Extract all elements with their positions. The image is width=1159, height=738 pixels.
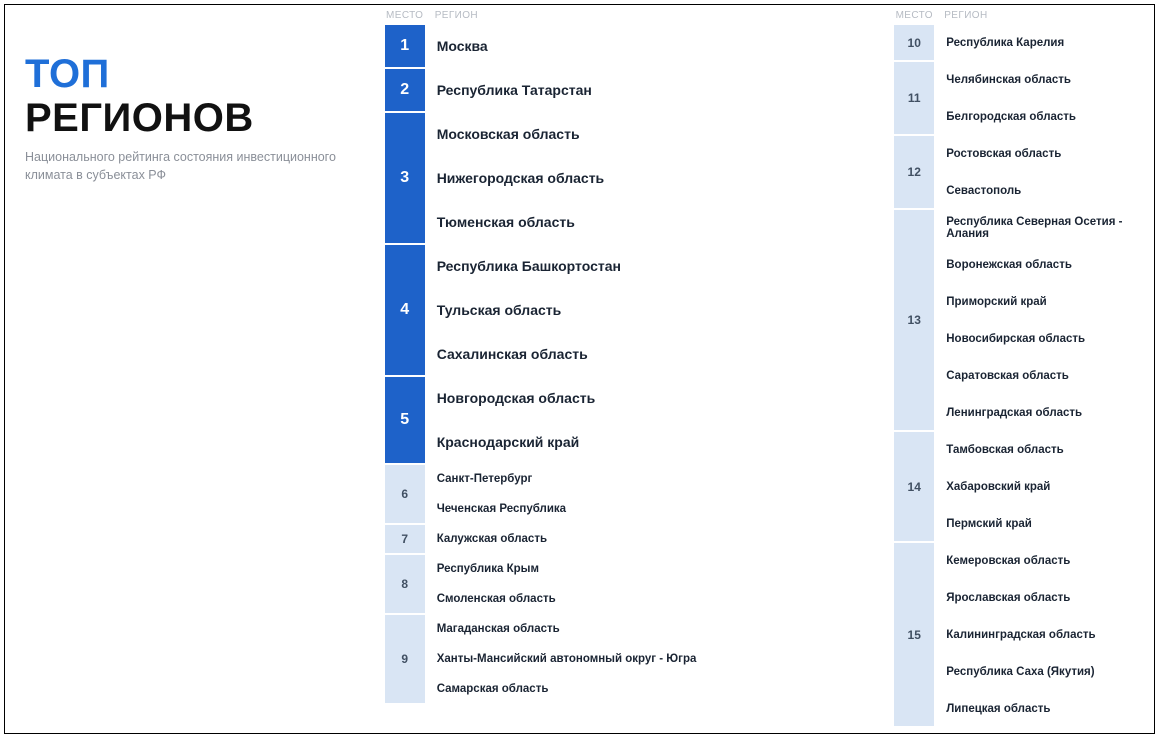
rank-number: 6 <box>385 465 425 523</box>
rank-group: 15Кемеровская областьЯрославская область… <box>894 543 1154 726</box>
rank-number: 5 <box>385 377 425 463</box>
region-list: Республика Карелия <box>936 25 1154 60</box>
rank-number: 7 <box>385 525 425 553</box>
region-name: Калужская область <box>427 525 895 553</box>
region-name: Краснодарский край <box>427 421 895 463</box>
region-name: Республика Татарстан <box>427 69 895 111</box>
rank-group: 12Ростовская областьСевастополь <box>894 136 1154 208</box>
region-list: Ростовская областьСевастополь <box>936 136 1154 208</box>
rank-group: 11Челябинская областьБелгородская област… <box>894 62 1154 134</box>
groups-container-2: 10Республика Карелия11Челябинская област… <box>894 25 1154 728</box>
region-name: Челябинская область <box>936 62 1154 97</box>
region-name: Ярославская область <box>936 580 1154 615</box>
region-name: Ханты-Мансийский автономный округ - Югра <box>427 645 895 673</box>
region-list: Магаданская областьХанты-Мансийский авто… <box>427 615 895 703</box>
column-header: МЕСТО РЕГИОН <box>894 10 1154 25</box>
region-name: Чеченская Республика <box>427 495 895 523</box>
rank-number: 14 <box>894 432 934 541</box>
region-name: Тамбовская область <box>936 432 1154 467</box>
region-name: Магаданская область <box>427 615 895 643</box>
rank-number: 8 <box>385 555 425 613</box>
region-name: Сахалинская область <box>427 333 895 375</box>
region-name: Республика Крым <box>427 555 895 583</box>
rank-group: 14Тамбовская областьХабаровский крайПерм… <box>894 432 1154 541</box>
title-line-1: ТОП <box>25 53 365 95</box>
rank-number: 1 <box>385 25 425 67</box>
region-list: Республика БашкортостанТульская областьС… <box>427 245 895 375</box>
region-name: Саратовская область <box>936 358 1154 393</box>
region-name: Калининградская область <box>936 617 1154 652</box>
rating-frame: ТОП РЕГИОНОВ Национального рейтинга сост… <box>4 4 1155 734</box>
rank-number: 15 <box>894 543 934 726</box>
column-header: МЕСТО РЕГИОН <box>385 10 895 25</box>
title-block: ТОП РЕГИОНОВ Национального рейтинга сост… <box>5 5 385 733</box>
header-rank: МЕСТО <box>894 10 934 21</box>
rank-number: 9 <box>385 615 425 703</box>
region-name: Хабаровский край <box>936 469 1154 504</box>
title-line-2: РЕГИОНОВ <box>25 97 365 139</box>
region-name: Новгородская область <box>427 377 895 419</box>
region-name: Пермский край <box>936 506 1154 541</box>
rank-number: 11 <box>894 62 934 134</box>
region-name: Приморский край <box>936 284 1154 319</box>
groups-container-1: 1Москва2Республика Татарстан3Московская … <box>385 25 895 705</box>
region-name: Липецкая область <box>936 691 1154 726</box>
rank-number: 4 <box>385 245 425 375</box>
region-name: Тульская область <box>427 289 895 331</box>
region-name: Севастополь <box>936 173 1154 208</box>
region-list: Новгородская областьКраснодарский край <box>427 377 895 463</box>
rank-group: 13Республика Северная Осетия - АланияВор… <box>894 210 1154 430</box>
region-list: Республика Татарстан <box>427 69 895 111</box>
rank-group: 3Московская областьНижегородская область… <box>385 113 895 243</box>
rank-group: 6Санкт-ПетербургЧеченская Республика <box>385 465 895 523</box>
rank-group: 4Республика БашкортостанТульская область… <box>385 245 895 375</box>
rank-group: 9Магаданская областьХанты-Мансийский авт… <box>385 615 895 703</box>
header-region: РЕГИОН <box>425 10 478 21</box>
rank-number: 12 <box>894 136 934 208</box>
rank-group: 7Калужская область <box>385 525 895 553</box>
rank-group: 10Республика Карелия <box>894 25 1154 60</box>
region-name: Республика Северная Осетия - Алания <box>936 210 1154 245</box>
region-list: Москва <box>427 25 895 67</box>
rank-group: 2Республика Татарстан <box>385 69 895 111</box>
region-name: Ростовская область <box>936 136 1154 171</box>
region-list: Челябинская областьБелгородская область <box>936 62 1154 134</box>
region-list: Республика Северная Осетия - АланияВорон… <box>936 210 1154 430</box>
region-name: Кемеровская область <box>936 543 1154 578</box>
region-name: Белгородская область <box>936 99 1154 134</box>
region-name: Московская область <box>427 113 895 155</box>
ranking-column-2: МЕСТО РЕГИОН 10Республика Карелия11Челяб… <box>894 5 1154 733</box>
rank-number: 3 <box>385 113 425 243</box>
region-name: Республика Саха (Якутия) <box>936 654 1154 689</box>
region-name: Республика Карелия <box>936 25 1154 60</box>
region-name: Ленинградская область <box>936 395 1154 430</box>
header-rank: МЕСТО <box>385 10 425 21</box>
region-name: Смоленская область <box>427 585 895 613</box>
rank-number: 13 <box>894 210 934 430</box>
region-name: Новосибирская область <box>936 321 1154 356</box>
region-name: Санкт-Петербург <box>427 465 895 493</box>
region-name: Москва <box>427 25 895 67</box>
rank-number: 2 <box>385 69 425 111</box>
rank-number: 10 <box>894 25 934 60</box>
rank-group: 1Москва <box>385 25 895 67</box>
region-name: Тюменская область <box>427 201 895 243</box>
region-name: Нижегородская область <box>427 157 895 199</box>
header-region: РЕГИОН <box>934 10 987 21</box>
region-list: Санкт-ПетербургЧеченская Республика <box>427 465 895 523</box>
region-list: Республика КрымСмоленская область <box>427 555 895 613</box>
region-name: Республика Башкортостан <box>427 245 895 287</box>
region-name: Воронежская область <box>936 247 1154 282</box>
region-list: Тамбовская областьХабаровский крайПермск… <box>936 432 1154 541</box>
region-list: Кемеровская областьЯрославская областьКа… <box>936 543 1154 726</box>
rank-group: 8Республика КрымСмоленская область <box>385 555 895 613</box>
region-list: Калужская область <box>427 525 895 553</box>
subtitle: Национального рейтинга состояния инвести… <box>25 149 345 184</box>
region-name: Самарская область <box>427 675 895 703</box>
ranking-column-1: МЕСТО РЕГИОН 1Москва2Республика Татарста… <box>385 5 895 733</box>
region-list: Московская областьНижегородская областьТ… <box>427 113 895 243</box>
rank-group: 5Новгородская областьКраснодарский край <box>385 377 895 463</box>
